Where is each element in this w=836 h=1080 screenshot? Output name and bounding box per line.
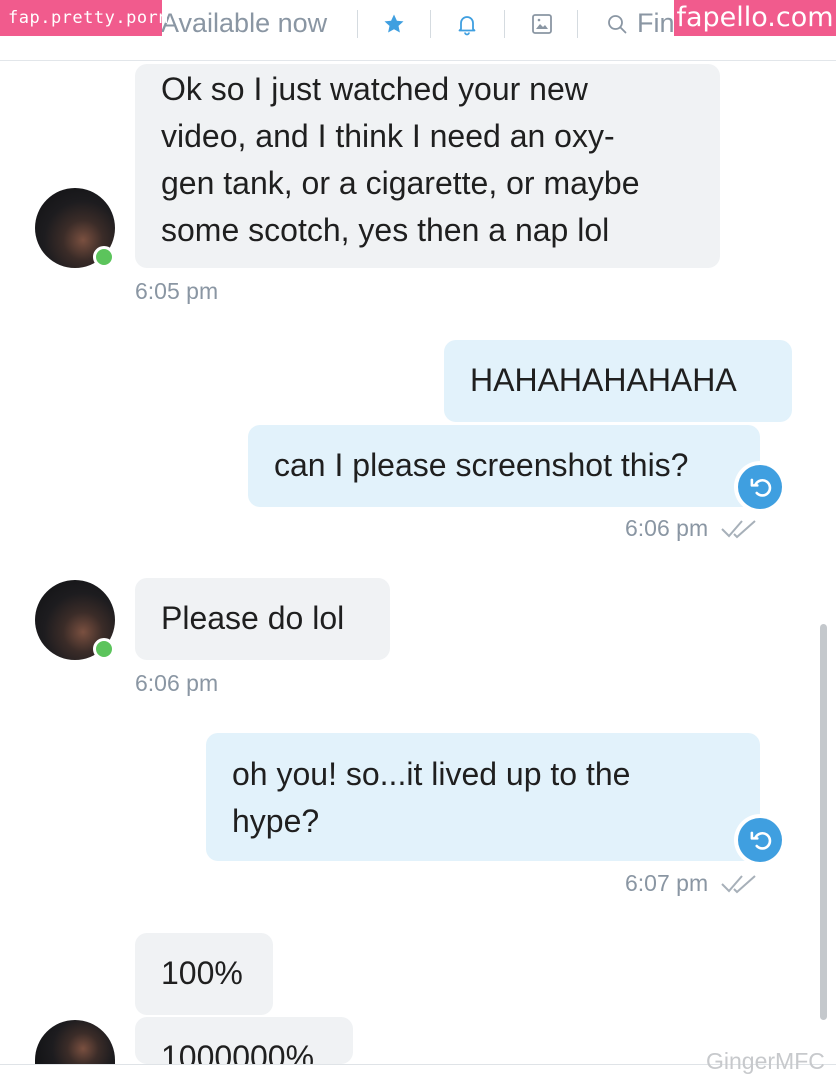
undo-send-button[interactable] <box>738 465 782 509</box>
message-time: 6:06 pm <box>625 515 709 541</box>
image-icon[interactable] <box>528 10 556 38</box>
double-check-icon <box>721 520 756 539</box>
message-bubble-outgoing: oh you! so...it lived up to the hype? <box>206 733 760 861</box>
divider <box>430 10 431 38</box>
divider <box>357 10 358 38</box>
find-label[interactable]: Fin <box>637 5 675 41</box>
online-indicator <box>93 246 115 268</box>
message-bubble-outgoing: HAHAHAHAHAHA <box>444 340 792 422</box>
availability-status: Available now <box>161 8 328 38</box>
watermark-left: fap.pretty.porn <box>0 0 169 36</box>
watermark-bottom: GingerMFC <box>706 1048 825 1074</box>
avatar[interactable] <box>35 580 115 660</box>
message-bubble-incoming: Please do lol <box>135 578 390 660</box>
message-bubble-incoming: 100% <box>135 933 273 1015</box>
watermark-right: fapello.com <box>674 0 836 36</box>
message-text-line: oh you! so...it lived up to the <box>232 756 631 792</box>
star-icon[interactable] <box>380 10 408 38</box>
avatar[interactable] <box>35 1020 115 1064</box>
divider <box>504 10 505 38</box>
search-icon[interactable] <box>603 10 631 38</box>
scrollbar[interactable] <box>820 624 827 1020</box>
undo-send-button[interactable] <box>738 818 782 862</box>
message-time: 6:06 pm <box>135 670 219 696</box>
message-bubble-outgoing: can I please screenshot this? <box>248 425 760 507</box>
avatar[interactable] <box>35 188 115 268</box>
message-text-line: can I please screenshot this? <box>274 447 689 483</box>
message-time: 6:07 pm <box>625 870 709 896</box>
double-check-icon <box>721 875 756 894</box>
message-text-line: gen tank, or a cigarette, or maybe <box>161 165 640 201</box>
message-text-line: Ok so I just watched your new <box>161 71 588 107</box>
bell-icon[interactable] <box>453 10 481 38</box>
message-time: 6:05 pm <box>135 278 219 304</box>
message-text-line: 1000000% <box>161 1039 315 1064</box>
undo-icon <box>750 478 772 497</box>
divider <box>577 10 578 38</box>
message-bubble-incoming: Ok so I just watched your new video, and… <box>135 64 720 268</box>
message-text-line: 100% <box>161 955 243 991</box>
message-bubble-incoming: 1000000% <box>135 1017 353 1064</box>
online-indicator <box>93 638 115 660</box>
message-text-line: Please do lol <box>161 600 345 636</box>
message-text-line: hype? <box>232 803 320 839</box>
undo-icon <box>750 831 772 850</box>
message-text-line: some scotch, yes then a nap lol <box>161 212 610 248</box>
message-text-line: video, and I think I need an oxy- <box>161 118 615 154</box>
message-text-line: HAHAHAHAHAHA <box>470 362 737 398</box>
